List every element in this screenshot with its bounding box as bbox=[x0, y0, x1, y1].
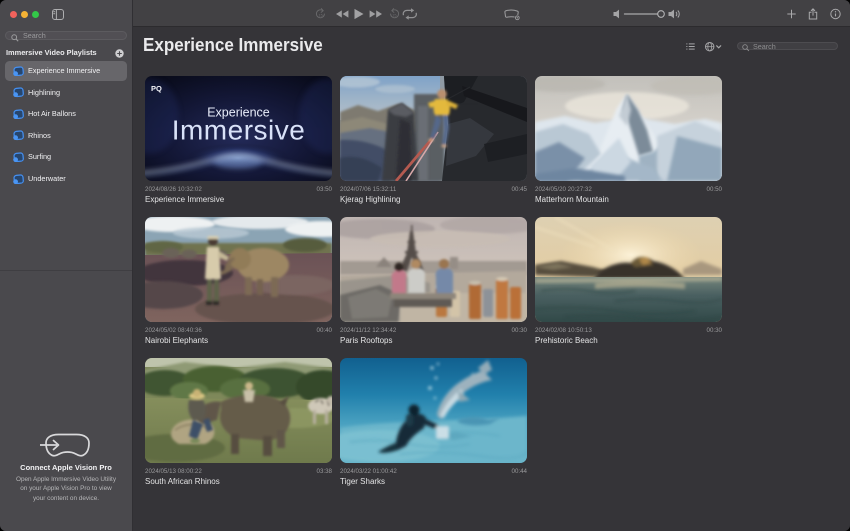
svg-text:15: 15 bbox=[318, 13, 322, 17]
svg-text:15: 15 bbox=[392, 13, 396, 17]
svg-text:Immersive: Immersive bbox=[172, 115, 306, 146]
svg-text:PQ: PQ bbox=[151, 84, 162, 93]
